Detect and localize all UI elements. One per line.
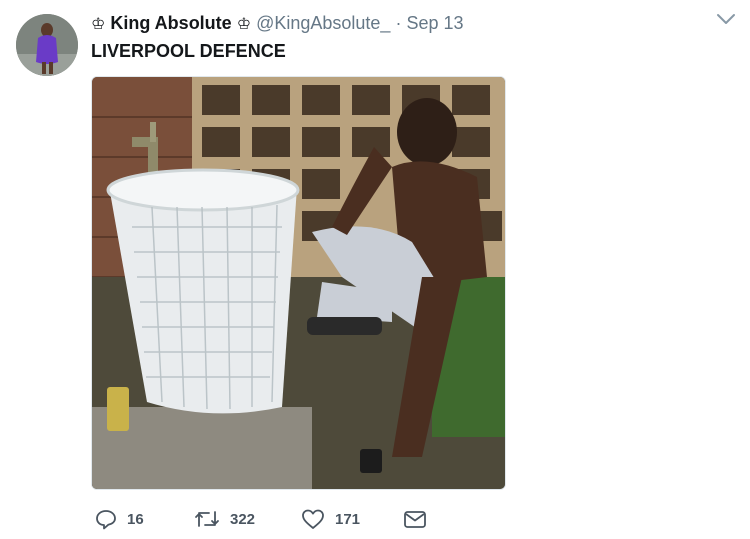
heart-icon (302, 509, 324, 529)
reply-count: 16 (127, 510, 144, 528)
separator: · (395, 13, 402, 33)
envelope-icon (404, 511, 426, 528)
tweet-photo[interactable] (91, 76, 506, 490)
like-count: 171 (335, 510, 361, 528)
direct-message-button[interactable] (403, 508, 427, 530)
timestamp[interactable]: Sep 13 (406, 13, 463, 33)
tweet-header: ♔ King Absolute ♔ @KingAbsolute_ · Sep 1… (91, 12, 464, 36)
retweet-count: 322 (230, 510, 256, 528)
like-button[interactable]: 171 (301, 508, 360, 530)
retweet-icon (195, 511, 219, 527)
user-handle[interactable]: @KingAbsolute_ (256, 13, 390, 33)
reply-button[interactable]: 16 (95, 508, 144, 530)
tweet-text: LIVERPOOL DEFENCE (91, 41, 286, 61)
retweet-button[interactable]: 322 (194, 508, 255, 530)
crown-icon: ♔ (236, 16, 252, 33)
avatar-image (16, 14, 78, 76)
avatar[interactable] (16, 14, 78, 76)
chevron-down-icon[interactable] (716, 12, 736, 31)
photo-image (92, 77, 505, 489)
crown-icon: ♔ (91, 16, 106, 33)
display-name[interactable]: King Absolute (110, 13, 231, 33)
reply-icon (96, 510, 116, 530)
tweet-actions: 16 322 171 (91, 508, 511, 534)
